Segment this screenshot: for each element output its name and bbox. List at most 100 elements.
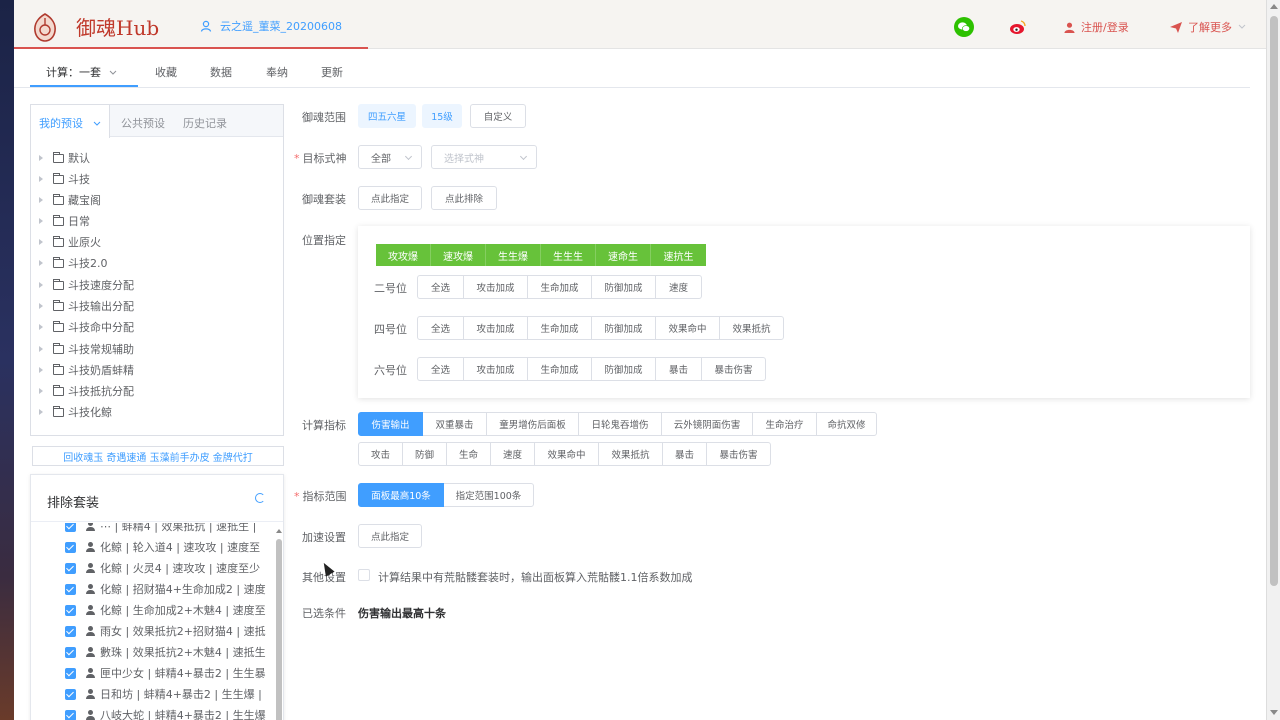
- checkbox-checked-icon[interactable]: [65, 709, 76, 720]
- slot-option[interactable]: 生命加成: [527, 275, 592, 299]
- slot-option[interactable]: 防御加成: [591, 357, 656, 381]
- metric-option[interactable]: 双重暴击: [422, 412, 487, 436]
- attribute-option[interactable]: 速度: [490, 442, 535, 466]
- tree-item[interactable]: 斗技2.0: [39, 254, 239, 272]
- list-item[interactable]: 化鲸 | 招财猫4+生命加成2 | 速度: [65, 581, 271, 597]
- metric-option[interactable]: 生命治疗: [752, 412, 817, 436]
- checkbox-checked-icon[interactable]: [65, 646, 76, 658]
- attribute-option[interactable]: 生命: [446, 442, 491, 466]
- current-user[interactable]: 云之遥_菫菜_20200608: [200, 18, 342, 34]
- position-tag[interactable]: 生生生: [541, 244, 596, 266]
- slot-option[interactable]: 攻击加成: [463, 275, 528, 299]
- tree-item[interactable]: 斗技输出分配: [39, 297, 239, 315]
- scope-option-custom[interactable]: 自定义: [470, 104, 526, 128]
- slot-option[interactable]: 暴击: [655, 357, 702, 381]
- shikigami-select[interactable]: 选择式神: [431, 145, 537, 169]
- attribute-option[interactable]: 攻击: [358, 442, 403, 466]
- slot-option[interactable]: 暴击伤害: [701, 357, 766, 381]
- exclude-scrollbar[interactable]: [275, 523, 283, 720]
- checkbox-checked-icon[interactable]: [65, 688, 76, 700]
- metric-option[interactable]: 云外镜阴面伤害: [661, 412, 753, 436]
- tree-item[interactable]: 斗技速度分配: [39, 276, 239, 294]
- bone-coefficient-label[interactable]: 计算结果中有荒骷髅套装时，输出面板算入荒骷髅1.1倍系数加成: [378, 569, 693, 585]
- list-item[interactable]: 八岐大蛇 | 蚌精4+暴击2 | 生生爆: [65, 707, 271, 720]
- tree-item[interactable]: 斗技: [39, 170, 239, 188]
- position-tag[interactable]: 生生爆: [486, 244, 541, 266]
- slot-option[interactable]: 速度: [655, 275, 702, 299]
- tree-item[interactable]: 斗技化鲸: [39, 403, 239, 421]
- list-item[interactable]: 雨女 | 效果抵抗2+招财猫4 | 速抵: [65, 623, 271, 639]
- range-option[interactable]: 指定范围100条: [443, 483, 534, 507]
- tree-item[interactable]: 斗技常规辅助: [39, 340, 239, 358]
- list-item[interactable]: 日和坊 | 蚌精4+暴击2 | 生生爆 |: [65, 686, 271, 702]
- checkbox-checked-icon[interactable]: [65, 562, 76, 574]
- slot-option[interactable]: 攻击加成: [463, 316, 528, 340]
- tab-data[interactable]: 数据: [210, 64, 232, 80]
- range-option-active[interactable]: 面板最高10条: [358, 483, 444, 507]
- tree-item[interactable]: 藏宝阁: [39, 191, 239, 209]
- slot-option[interactable]: 生命加成: [527, 357, 592, 381]
- list-item[interactable]: ⋯ | 蚌精4 | 效果抵抗 | 速抵生 |: [65, 523, 271, 534]
- tab-offering[interactable]: 奉纳: [266, 64, 288, 80]
- checkbox-checked-icon[interactable]: [65, 604, 76, 616]
- slot-option[interactable]: 全选: [417, 357, 464, 381]
- speed-specify-button[interactable]: 点此指定: [358, 524, 422, 548]
- page-scrollbar[interactable]: [1266, 0, 1280, 720]
- tab-updates[interactable]: 更新: [321, 64, 343, 80]
- list-item[interactable]: 化鲸 | 火灵4 | 速攻攻 | 速度至少: [65, 560, 271, 576]
- slot-option[interactable]: 攻击加成: [463, 357, 528, 381]
- tab-favorites[interactable]: 收藏: [155, 64, 177, 80]
- checkbox-checked-icon[interactable]: [65, 667, 76, 679]
- metric-option[interactable]: 日轮鬼吞增伤: [578, 412, 662, 436]
- weibo-icon[interactable]: [1008, 17, 1028, 37]
- scroll-thumb[interactable]: [276, 539, 282, 720]
- learn-more-menu[interactable]: 了解更多: [1170, 19, 1246, 35]
- slot-option[interactable]: 全选: [417, 275, 464, 299]
- scroll-up-icon[interactable]: [276, 529, 282, 533]
- tab-my-presets[interactable]: 我的预设: [31, 105, 110, 138]
- attribute-option[interactable]: 效果抵抗: [598, 442, 663, 466]
- refresh-icon[interactable]: [255, 493, 265, 503]
- list-item[interactable]: 化鲸 | 生命加成2+木魅4 | 速度至: [65, 602, 271, 618]
- slot-option[interactable]: 生命加成: [527, 316, 592, 340]
- metric-option-active[interactable]: 伤害输出: [358, 412, 423, 436]
- logo-text[interactable]: 御魂Hub: [76, 12, 159, 41]
- scope-option[interactable]: 15级: [422, 104, 462, 128]
- list-item[interactable]: 數珠 | 效果抵抗2+木魅4 | 速抵生: [65, 644, 271, 660]
- tree-item[interactable]: 业原火: [39, 233, 239, 251]
- tree-item[interactable]: 斗技命中分配: [39, 318, 239, 336]
- slot-option[interactable]: 防御加成: [591, 275, 656, 299]
- position-tag[interactable]: 攻攻爆: [376, 244, 431, 266]
- attribute-option[interactable]: 效果命中: [534, 442, 599, 466]
- tree-item[interactable]: 日常: [39, 212, 239, 230]
- promo-banner[interactable]: 回收魂玉 奇遇速通 玉藻前手办皮 金牌代打: [32, 446, 284, 466]
- tab-history[interactable]: 历史记录: [183, 115, 227, 131]
- scope-option[interactable]: 四五六星: [358, 104, 416, 128]
- checkbox-checked-icon[interactable]: [65, 583, 76, 595]
- tab-public-presets[interactable]: 公共预设: [121, 115, 165, 131]
- tab-calculate[interactable]: 计算：一套: [46, 64, 117, 80]
- metric-option[interactable]: 童男增伤后面板: [486, 412, 579, 436]
- tree-item[interactable]: 默认: [39, 149, 239, 167]
- attribute-option[interactable]: 暴击: [662, 442, 707, 466]
- target-select[interactable]: 全部: [358, 145, 422, 169]
- register-login-link[interactable]: 注册/登录: [1064, 19, 1129, 35]
- metric-option[interactable]: 命抗双修: [816, 412, 877, 436]
- slot-option[interactable]: 防御加成: [591, 316, 656, 340]
- list-item[interactable]: 匣中少女 | 蚌精4+暴击2 | 生生暴: [65, 665, 271, 681]
- bone-coefficient-checkbox[interactable]: [358, 569, 370, 581]
- position-tag[interactable]: 速抗生: [651, 244, 706, 266]
- wechat-icon[interactable]: [954, 17, 974, 37]
- checkbox-checked-icon[interactable]: [65, 523, 76, 532]
- tree-item[interactable]: 斗技抵抗分配: [39, 382, 239, 400]
- checkbox-checked-icon[interactable]: [65, 541, 76, 553]
- scroll-up-icon[interactable]: [1270, 4, 1278, 9]
- slot-option[interactable]: 效果命中: [655, 316, 720, 340]
- attribute-option[interactable]: 防御: [402, 442, 447, 466]
- checkbox-checked-icon[interactable]: [65, 625, 76, 637]
- slot-option[interactable]: 全选: [417, 316, 464, 340]
- suit-exclude-button[interactable]: 点此排除: [431, 186, 497, 210]
- tree-item[interactable]: 斗技奶盾蚌精: [39, 361, 239, 379]
- scroll-thumb[interactable]: [1270, 16, 1278, 586]
- list-item[interactable]: 化鲸 | 轮入道4 | 速攻攻 | 速度至: [65, 539, 271, 555]
